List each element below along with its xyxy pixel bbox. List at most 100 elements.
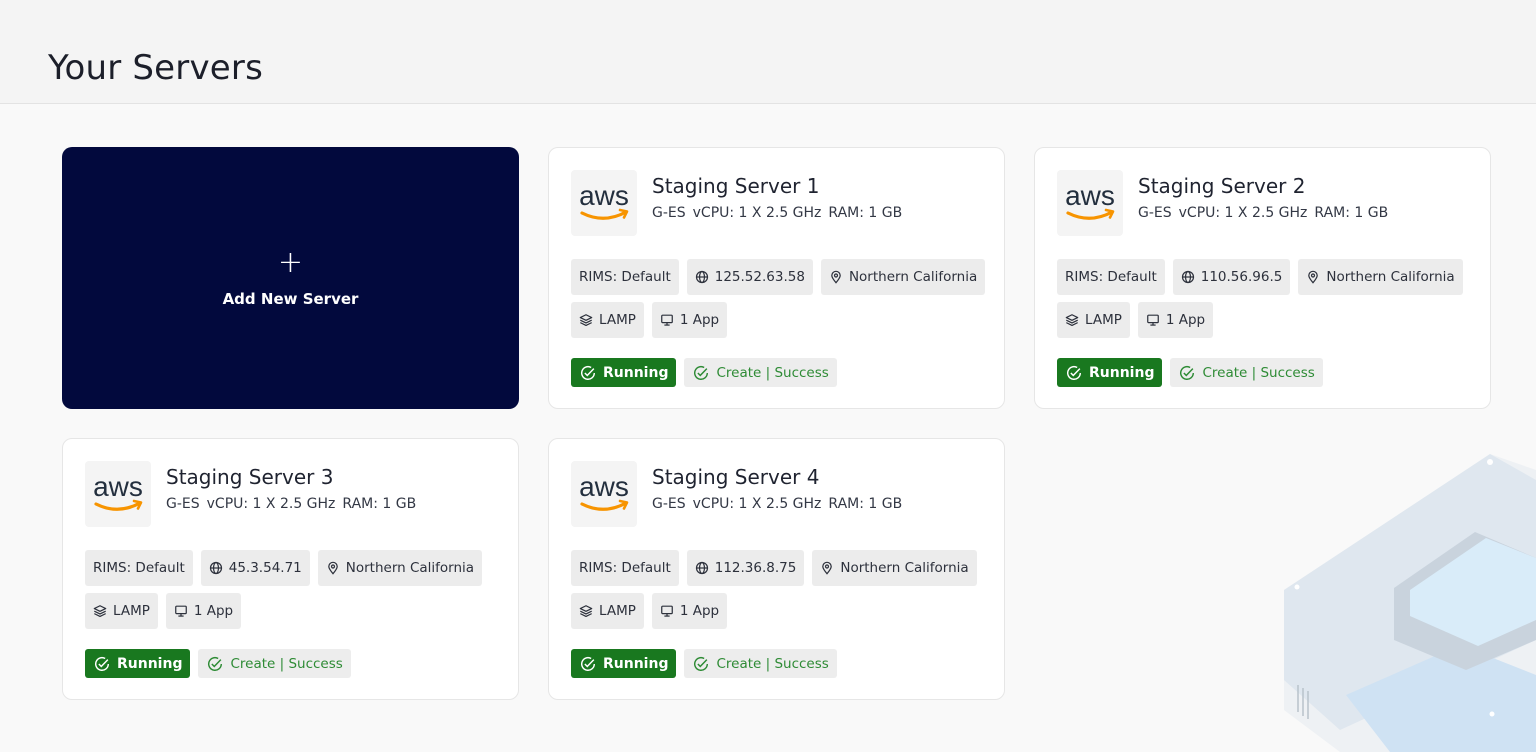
ip-chip-label: 125.52.63.58 (714, 269, 805, 285)
rims-chip: RIMS: Default (1057, 259, 1165, 295)
operation-label: Create | Success (1202, 364, 1315, 381)
apps-chip: 1 App (651, 302, 728, 338)
server-name: Staging Server 1 (652, 174, 820, 198)
check-circle-icon (1065, 364, 1083, 382)
aws-logo-text: aws (1065, 180, 1115, 211)
aws-logo: aws (1057, 170, 1123, 236)
server-ram: RAM: 1 GB (1314, 205, 1389, 221)
location-chip: Northern California (812, 550, 977, 586)
operation-label: Create | Success (230, 655, 343, 672)
add-new-server-label: Add New Server (222, 290, 359, 308)
map-pin-icon (820, 561, 834, 575)
rims-chip-label: RIMS: Default (579, 560, 671, 576)
location-chip-label: Northern California (840, 560, 969, 576)
apps-chip-label: 1 App (193, 603, 234, 619)
rims-chip-label: RIMS: Default (579, 269, 671, 285)
rims-chip-label: RIMS: Default (93, 560, 185, 576)
status-label: Running (603, 364, 669, 381)
map-pin-icon (1306, 270, 1320, 284)
stack-chip-label: LAMP (599, 312, 636, 328)
ip-chip: 112.36.8.75 (686, 550, 805, 586)
monitor-icon (174, 604, 188, 618)
status-label: Running (1089, 364, 1155, 381)
page-title: Your Servers (48, 48, 263, 88)
add-new-server-button[interactable]: + Add New Server (62, 147, 519, 409)
server-plan: G-ES (652, 496, 686, 512)
status-badge: Running (571, 358, 677, 387)
operation-label: Create | Success (716, 364, 829, 381)
check-circle-icon (93, 655, 111, 673)
server-specs: G-ES vCPU: 1 X 2.5 GHz RAM: 1 GB (1138, 205, 1395, 221)
monitor-icon (1146, 313, 1160, 327)
server-plan: G-ES (652, 205, 686, 221)
ip-chip: 45.3.54.71 (200, 550, 310, 586)
location-chip: Northern California (1298, 259, 1463, 295)
rims-chip: RIMS: Default (571, 550, 679, 586)
operation-badge: Create | Success (684, 358, 837, 387)
layers-icon (93, 604, 107, 618)
server-plan: G-ES (166, 496, 200, 512)
check-circle-icon (692, 655, 710, 673)
stack-chip: LAMP (1057, 302, 1130, 338)
server-card[interactable]: aws Staging Server 2 G-ES vCPU: 1 X 2.5 GHz… (1034, 147, 1491, 409)
page-header: Your Servers (0, 0, 1536, 104)
layers-icon (1065, 313, 1079, 327)
server-vcpu: vCPU: 1 X 2.5 GHz (692, 496, 822, 512)
operation-label: Create | Success (716, 655, 829, 672)
stack-chip: LAMP (571, 593, 644, 629)
location-chip: Northern California (317, 550, 483, 586)
server-vcpu: vCPU: 1 X 2.5 GHz (692, 205, 822, 221)
server-specs: G-ES vCPU: 1 X 2.5 GHz RAM: 1 GB (652, 496, 909, 512)
map-pin-icon (326, 561, 340, 575)
location-chip-label: Northern California (848, 269, 978, 285)
apps-chip-label: 1 App (1165, 312, 1206, 328)
aws-logo-text: aws (579, 471, 629, 502)
check-circle-icon (579, 655, 597, 673)
server-specs: G-ES vCPU: 1 X 2.5 GHz RAM: 1 GB (652, 205, 909, 221)
server-name: Staging Server 2 (1138, 174, 1306, 198)
location-chip-label: Northern California (345, 560, 475, 576)
server-ram: RAM: 1 GB (828, 205, 903, 221)
server-ram: RAM: 1 GB (828, 496, 903, 512)
stack-chip: LAMP (571, 302, 644, 338)
apps-chip-label: 1 App (679, 312, 720, 328)
status-badge: Running (571, 649, 677, 678)
rims-chip: RIMS: Default (85, 550, 193, 586)
map-pin-icon (829, 270, 843, 284)
stack-chip-label: LAMP (113, 603, 150, 619)
aws-logo-text: aws (93, 471, 143, 502)
status-label: Running (603, 655, 669, 672)
server-card[interactable]: aws Staging Server 4 G-ES vCPU: 1 X 2.5 GHz… (548, 438, 1005, 700)
stack-chip-label: LAMP (599, 603, 636, 619)
ip-chip: 125.52.63.58 (686, 259, 813, 295)
server-vcpu: vCPU: 1 X 2.5 GHz (1178, 205, 1308, 221)
check-circle-icon (692, 364, 710, 382)
plus-icon: + (277, 245, 304, 280)
operation-badge: Create | Success (684, 649, 837, 678)
ip-chip-label: 45.3.54.71 (228, 560, 302, 576)
rims-chip: RIMS: Default (571, 259, 679, 295)
aws-logo-text: aws (579, 180, 629, 211)
ip-chip: 110.56.96.5 (1172, 259, 1291, 295)
operation-badge: Create | Success (1170, 358, 1323, 387)
ip-chip-label: 112.36.8.75 (714, 560, 797, 576)
server-card[interactable]: aws Staging Server 3 G-ES vCPU: 1 X 2.5 GHz… (62, 438, 519, 700)
operation-badge: Create | Success (198, 649, 351, 678)
check-circle-icon (1178, 364, 1196, 382)
server-ram: RAM: 1 GB (342, 496, 417, 512)
server-illustration (1284, 454, 1536, 752)
layers-icon (579, 313, 593, 327)
server-name: Staging Server 4 (652, 465, 820, 489)
ip-chip-label: 110.56.96.5 (1200, 269, 1283, 285)
server-vcpu: vCPU: 1 X 2.5 GHz (206, 496, 336, 512)
apps-chip: 1 App (651, 593, 728, 629)
stack-chip: LAMP (85, 593, 158, 629)
status-badge: Running (1057, 358, 1163, 387)
server-card[interactable]: aws Staging Server 1 G-ES vCPU: 1 X 2.5 GHz… (548, 147, 1005, 409)
aws-logo: aws (571, 170, 637, 236)
status-label: Running (117, 655, 183, 672)
check-circle-icon (579, 364, 597, 382)
location-chip-label: Northern California (1326, 269, 1455, 285)
check-circle-icon (206, 655, 224, 673)
globe-icon (695, 561, 709, 575)
